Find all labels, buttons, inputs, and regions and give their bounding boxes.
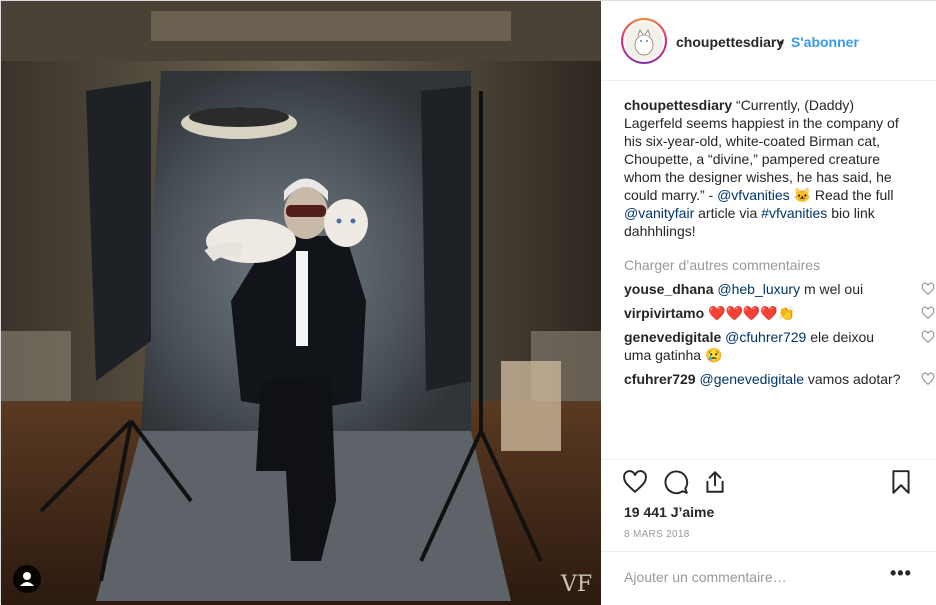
header-username[interactable]: choupettesdiary bbox=[676, 34, 784, 50]
post-sidebar: choupettesdiary • S'abonner choupettesdi… bbox=[601, 1, 936, 605]
comment-username[interactable]: virpivirtamo bbox=[624, 305, 704, 321]
post-photo[interactable]: VF bbox=[1, 1, 601, 605]
comment-like-heart-icon[interactable] bbox=[921, 330, 935, 344]
comment-like-heart-icon[interactable] bbox=[921, 306, 935, 320]
comments-section: choupettesdiary “Currently, (Daddy) Lage… bbox=[624, 96, 935, 388]
share-icon[interactable] bbox=[702, 469, 728, 495]
comment-item: virpivirtamo ❤️❤️❤️❤️👏 bbox=[624, 304, 935, 322]
user-icon bbox=[20, 572, 34, 586]
comment-mention[interactable]: @cfuhrer729 bbox=[725, 329, 806, 345]
comment-like-heart-icon[interactable] bbox=[921, 282, 935, 296]
post-caption: choupettesdiary “Currently, (Daddy) Lage… bbox=[624, 96, 916, 240]
header-separator: • bbox=[779, 34, 784, 50]
comment-username[interactable]: youse_dhana bbox=[624, 281, 713, 297]
post-date: 8 MARS 2018 bbox=[624, 529, 690, 540]
divider bbox=[601, 459, 936, 460]
cat-avatar-icon bbox=[625, 22, 663, 60]
comment-like-heart-icon[interactable] bbox=[921, 372, 935, 386]
comment-username[interactable]: genevedigitale bbox=[624, 329, 721, 345]
caption-mention-vfvanities[interactable]: @vfvanities bbox=[717, 187, 790, 203]
post-header: choupettesdiary • S'abonner bbox=[601, 1, 936, 81]
follow-button[interactable]: S'abonner bbox=[791, 34, 859, 50]
comment-mention[interactable]: @genevedigitale bbox=[699, 371, 804, 387]
caption-hashtag[interactable]: #vfvanities bbox=[761, 205, 827, 221]
bookmark-icon[interactable] bbox=[888, 469, 914, 495]
caption-mention-vanityfair[interactable]: @vanityfair bbox=[624, 205, 694, 221]
comment-username[interactable]: cfuhrer729 bbox=[624, 371, 696, 387]
divider bbox=[601, 551, 936, 552]
post-dialog: VF choupettesdiary • S'abonner choupette… bbox=[0, 0, 936, 605]
likes-count[interactable]: 19 441 J’aime bbox=[624, 504, 714, 520]
comment-item: youse_dhana @heb_luxury m wel oui bbox=[624, 280, 935, 298]
caption-text-2: Read the full bbox=[811, 187, 894, 203]
comment-text: m wel oui bbox=[800, 281, 864, 297]
caption-emoji: 🐱 bbox=[793, 187, 811, 203]
vf-watermark: VF bbox=[560, 572, 592, 597]
avatar[interactable] bbox=[621, 18, 667, 64]
comment-mention[interactable]: @heb_luxury bbox=[717, 281, 800, 297]
load-more-comments-button[interactable]: Charger d’autres commentaires bbox=[624, 256, 916, 274]
comment-item: cfuhrer729 @genevedigitale vamos adotar? bbox=[624, 370, 935, 388]
photo-image: VF bbox=[1, 1, 601, 605]
caption-text-3: article via bbox=[694, 205, 762, 221]
comment-text: vamos adotar? bbox=[804, 371, 901, 387]
more-options-button[interactable]: ••• bbox=[890, 564, 911, 586]
comment-item: genevedigitale @cfuhrer729 ele deixou um… bbox=[624, 328, 935, 364]
heart-icon[interactable] bbox=[622, 469, 648, 495]
user-tag-button[interactable] bbox=[13, 565, 41, 593]
caption-username[interactable]: choupettesdiary bbox=[624, 97, 732, 113]
comment-text: ❤️❤️❤️❤️👏 bbox=[708, 305, 796, 321]
add-comment-input[interactable] bbox=[624, 567, 874, 587]
comment-icon[interactable] bbox=[663, 469, 689, 495]
